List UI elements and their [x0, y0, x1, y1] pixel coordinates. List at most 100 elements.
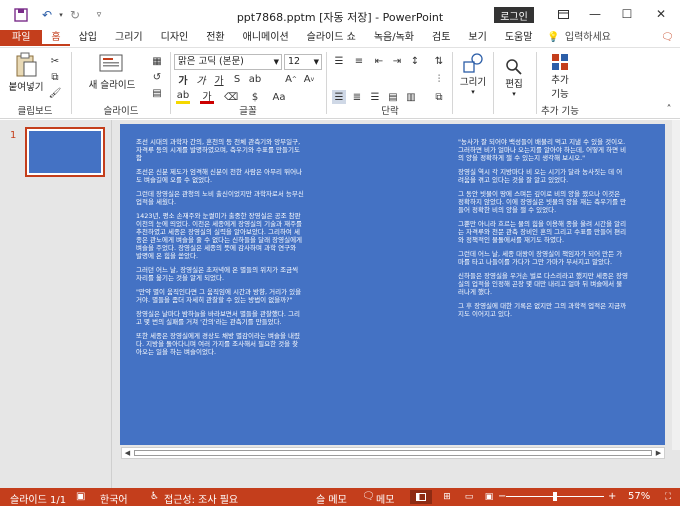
- tab-slideshow[interactable]: 슬라이드 쇼: [298, 30, 365, 46]
- ribbon-display-icon[interactable]: [548, 2, 578, 26]
- shapes-icon: [463, 53, 483, 73]
- slide-canvas[interactable]: 조선 시대의 과학자 간의, 혼천의 등 천체 관측기와 앙부일구, 자격루 등…: [120, 124, 665, 445]
- reading-view-icon[interactable]: ▭: [460, 490, 478, 504]
- columns-icon[interactable]: ▥: [404, 90, 418, 104]
- addins-button[interactable]: 추가 기능: [542, 52, 578, 100]
- draw-button[interactable]: 그리기 ▾: [456, 52, 490, 96]
- slide-left-column[interactable]: 조선 시대의 과학자 간의, 혼천의 등 천체 관측기와 앙부일구, 자격루 등…: [136, 138, 304, 362]
- login-button[interactable]: 로그인: [494, 7, 534, 23]
- tab-transitions[interactable]: 전환: [197, 30, 233, 46]
- drawing-group: 그리기 ▾: [454, 50, 492, 118]
- change-case-icon[interactable]: Aa: [272, 90, 286, 104]
- justify-icon[interactable]: ▤: [386, 90, 400, 104]
- save-icon[interactable]: [10, 4, 32, 26]
- italic-icon[interactable]: 가: [194, 72, 208, 87]
- addins-icon: [552, 54, 568, 70]
- tab-animations[interactable]: 애니메이션: [234, 30, 298, 46]
- paste-button[interactable]: 붙여넣기: [6, 52, 46, 93]
- slide-paragraph: 조선은 신분 제도가 엄격해 신분이 천한 사람은 아무리 뛰어나도 벼슬길에 …: [136, 168, 303, 184]
- zoom-level[interactable]: 57%: [628, 491, 650, 502]
- tab-draw[interactable]: 그리기: [106, 30, 152, 46]
- decrease-indent-icon[interactable]: ⇤: [372, 54, 386, 68]
- zoom-slider-thumb[interactable]: [553, 492, 557, 501]
- font-size-combo[interactable]: 12 ▼: [284, 54, 322, 70]
- increase-font-icon[interactable]: A ^: [284, 72, 298, 86]
- tab-insert[interactable]: 삽입: [70, 30, 106, 46]
- bullets-icon[interactable]: ☰: [332, 54, 346, 68]
- addins-label-1: 추가: [551, 75, 569, 86]
- close-icon[interactable]: ✕: [646, 2, 676, 26]
- strikethrough-icon[interactable]: S: [230, 72, 244, 86]
- tell-me-search[interactable]: 입력하세요: [563, 30, 613, 46]
- tab-review[interactable]: 검토: [423, 30, 459, 46]
- reset-icon[interactable]: ↺: [150, 70, 164, 84]
- edit-button[interactable]: 편집 ▾: [498, 58, 530, 98]
- slides-label: 슬라이드: [103, 106, 139, 117]
- language[interactable]: 한국어: [100, 491, 128, 506]
- tab-help[interactable]: 도움말: [496, 30, 542, 46]
- smartart-icon[interactable]: ⧉: [432, 90, 446, 104]
- comments-icon[interactable]: 🗨: [652, 30, 680, 46]
- align-center-icon[interactable]: ≣: [350, 90, 364, 104]
- font-color-icon[interactable]: 가: [200, 90, 214, 104]
- clear-format-icon[interactable]: ⌫: [224, 90, 238, 104]
- minimize-icon[interactable]: —: [580, 2, 610, 26]
- comments-status-icon[interactable]: 🗨: [362, 491, 375, 502]
- copy-icon[interactable]: ⧉: [48, 70, 62, 84]
- underline-icon[interactable]: 가: [212, 72, 226, 87]
- fit-to-window-icon[interactable]: ⛶: [660, 490, 676, 504]
- numbering-icon[interactable]: ≡: [352, 54, 366, 68]
- spellcheck-icon[interactable]: ▣: [76, 491, 85, 502]
- tab-design[interactable]: 디자인: [152, 30, 198, 46]
- vertical-scrollbar[interactable]: [672, 120, 680, 450]
- zoom-in-icon[interactable]: +: [608, 491, 616, 502]
- slide-paragraph: "만약 별이 움직인다면 그 움직임에 시간과 방향, 거리가 있을 거야. 별…: [136, 288, 302, 304]
- bold-icon[interactable]: 가: [176, 72, 190, 87]
- align-left-icon[interactable]: ☰: [332, 90, 346, 104]
- cut-icon[interactable]: ✂: [48, 54, 62, 68]
- align-right-icon[interactable]: ☰: [368, 90, 382, 104]
- slide-right-column[interactable]: "농사가 잘 되어야 백성들이 배불리 먹고 지낼 수 있을 것이오. 그러하면…: [458, 138, 628, 324]
- text-direction-icon[interactable]: ⇅: [432, 54, 446, 68]
- section-icon[interactable]: ▤: [150, 86, 164, 100]
- text-shadow-icon[interactable]: $: [248, 90, 262, 104]
- slide-thumbnail[interactable]: [25, 127, 105, 177]
- paste-label: 붙여넣기: [8, 82, 44, 93]
- collapse-ribbon-icon[interactable]: ˄: [662, 102, 676, 116]
- tab-view[interactable]: 보기: [459, 30, 495, 46]
- tab-home[interactable]: 홈: [42, 30, 70, 46]
- slide-paragraph: 그 후 장영실에 대한 기록은 없지만 그의 과학적 업적은 지금까지도 이어지…: [458, 302, 627, 318]
- scroll-right-icon[interactable]: ▶: [653, 448, 664, 458]
- horizontal-scrollbar[interactable]: ◀ ▶: [121, 447, 665, 459]
- slide-sorter-icon[interactable]: ⊞: [438, 490, 456, 504]
- accessibility-icon[interactable]: ♿: [150, 491, 159, 502]
- customize-quick-access-icon[interactable]: ▿: [88, 4, 110, 26]
- slide-paragraph: 장영실 역시 각 지방마다 비 오는 시기가 달라 농사짓는 데 어려움을 겪고…: [458, 168, 623, 184]
- tab-file[interactable]: 파일: [0, 30, 43, 46]
- tab-record[interactable]: 녹음/녹화: [365, 30, 423, 46]
- normal-view-icon[interactable]: [410, 490, 432, 504]
- slide-paragraph: 그런데 장영실은 관청의 노비 출신이었지만 과학자로서 능부신 업적을 세웠다…: [136, 190, 304, 206]
- paste-icon: [16, 52, 37, 77]
- increase-indent-icon[interactable]: ⇥: [390, 54, 404, 68]
- slideshow-view-icon[interactable]: ▣: [480, 490, 498, 504]
- new-slide-icon: [99, 54, 123, 72]
- format-painter-icon[interactable]: 🖌: [48, 86, 62, 100]
- clipboard-group: 붙여넣기 ✂ ⧉ 🖌 클립보드: [0, 50, 70, 118]
- layout-icon[interactable]: ▦: [150, 54, 164, 68]
- scroll-thumb[interactable]: [134, 450, 652, 456]
- comments-button[interactable]: 메모: [376, 491, 394, 506]
- spacing-icon[interactable]: ab: [248, 72, 262, 86]
- addins-group-label: 추가 기능: [541, 106, 579, 117]
- accessibility-status[interactable]: 접근성: 조사 필요: [164, 491, 238, 506]
- line-spacing-icon[interactable]: ↕: [408, 54, 422, 68]
- redo-icon[interactable]: ↻: [64, 4, 86, 26]
- font-name-combo[interactable]: 맑은 고딕 (본문) ▼: [174, 54, 282, 70]
- align-text-icon[interactable]: ⫶: [432, 72, 446, 86]
- new-slide-button[interactable]: 새 슬라이드: [80, 52, 144, 91]
- notes-button[interactable]: 슬 메모: [316, 491, 347, 506]
- highlight-icon[interactable]: ab: [176, 90, 190, 104]
- maximize-icon[interactable]: ☐: [612, 2, 642, 26]
- scroll-left-icon[interactable]: ◀: [122, 448, 133, 458]
- decrease-font-icon[interactable]: Av: [302, 72, 316, 86]
